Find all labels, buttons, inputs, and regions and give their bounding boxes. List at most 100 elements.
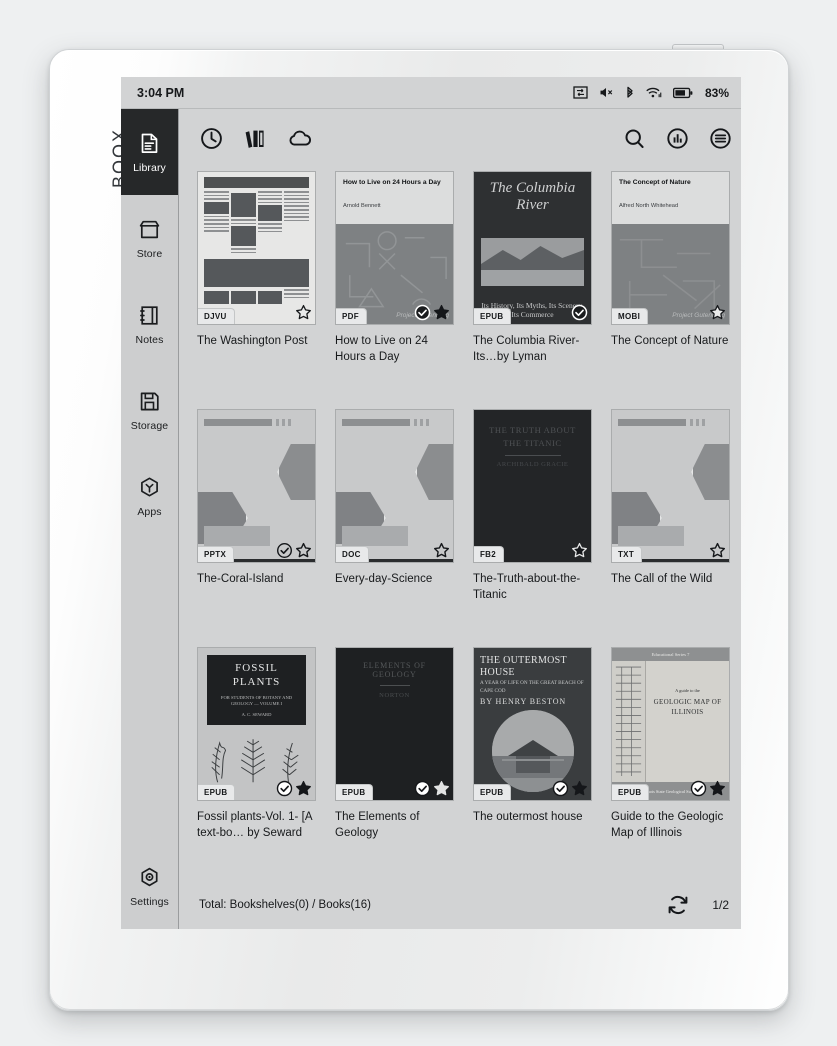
sidebar-item-library[interactable]: Library	[121, 109, 178, 195]
format-badge: EPUB	[612, 784, 650, 800]
battery-icon[interactable]	[672, 87, 693, 99]
settings-gear-icon	[137, 865, 162, 890]
bookshelf-icon[interactable]	[242, 126, 269, 151]
content-area: DJVU The Washington Post How to Live on …	[179, 109, 741, 929]
star-filled-icon[interactable]	[571, 780, 588, 797]
book-cover[interactable]: DJVU	[197, 171, 316, 325]
read-check-icon	[690, 780, 707, 797]
book-grid: DJVU The Washington Post How to Live on …	[179, 167, 741, 881]
book-cell[interactable]: THE OUTERMOST HOUSE A YEAR OF LIFE ON TH…	[473, 647, 597, 881]
book-cover[interactable]: THE OUTERMOST HOUSE A YEAR OF LIFE ON TH…	[473, 647, 592, 801]
format-badge: MOBI	[612, 308, 649, 324]
bluetooth-icon[interactable]	[625, 86, 635, 100]
cover-marks	[433, 542, 450, 559]
read-check-icon	[571, 304, 588, 321]
volume-mute-icon[interactable]	[599, 86, 614, 99]
sidebar-item-store[interactable]: Store	[121, 195, 178, 281]
star-outline-icon[interactable]	[433, 542, 450, 559]
sidebar-item-label: Settings	[130, 895, 169, 908]
book-cover[interactable]: TXT	[611, 409, 730, 563]
cover-title-text: FOSSIL PLANTS	[232, 662, 281, 688]
book-cover[interactable]: FOSSIL PLANTS FOR STUDENTS OF BOTANY AND…	[197, 647, 316, 801]
sidebar-item-apps[interactable]: Apps	[121, 453, 178, 539]
sidebar-item-label: Notes	[135, 333, 164, 346]
book-cell[interactable]: PPTX The-Coral-Island	[197, 409, 321, 643]
book-title: The Concept of Nature	[611, 335, 729, 347]
cloud-icon[interactable]	[287, 126, 314, 151]
cover-marks	[414, 304, 450, 321]
book-cover[interactable]: ELEMENTS OF GEOLOGY NORTON EPUB	[335, 647, 454, 801]
status-clock: 3:04 PM	[137, 85, 185, 100]
book-title: The Elements of Geology	[335, 811, 420, 839]
sidebar-item-label: Storage	[130, 419, 169, 432]
read-check-icon	[414, 304, 431, 321]
book-cell[interactable]: TXT The Call of the Wild	[611, 409, 735, 643]
book-cover[interactable]: The Columbia River Its History, Its Myth…	[473, 171, 592, 325]
recent-clock-icon[interactable]	[199, 126, 224, 151]
sidebar-item-settings[interactable]: Settings	[121, 843, 178, 929]
star-filled-icon[interactable]	[433, 304, 450, 321]
book-cell[interactable]: FOSSIL PLANTS FOR STUDENTS OF BOTANY AND…	[197, 647, 321, 881]
wifi-icon[interactable]	[646, 86, 662, 99]
cover-author-text: A. C. SEWARD	[241, 712, 272, 718]
cover-title-text: The Concept of Nature	[619, 179, 691, 186]
sidebar-item-notes[interactable]: Notes	[121, 281, 178, 367]
sidebar-item-storage[interactable]: Storage	[121, 367, 178, 453]
cover-art-columbia: The Columbia River Its History, Its Myth…	[474, 172, 591, 324]
cover-marks	[552, 780, 588, 797]
cover-title-text: THE OUTERMOST HOUSE	[480, 655, 567, 678]
star-outline-icon[interactable]	[295, 542, 312, 559]
storage-icon	[137, 389, 162, 414]
store-icon	[137, 217, 162, 242]
book-cell[interactable]: THE TRUTH ABOUT THE TITANIC ARCHIBALD GR…	[473, 409, 597, 643]
cover-subtitle-text: A YEAR OF LIFE ON THE GREAT BEACH OF CAP…	[480, 680, 584, 694]
cover-marks	[709, 542, 726, 559]
cover-art-elements: ELEMENTS OF GEOLOGY NORTON	[336, 648, 453, 800]
star-filled-icon[interactable]	[295, 780, 312, 797]
cover-title-text: ELEMENTS OF GEOLOGY	[363, 661, 426, 679]
book-cell[interactable]: ELEMENTS OF GEOLOGY NORTON EPUB The Elem…	[335, 647, 459, 881]
book-title: The Washington Post	[197, 335, 308, 347]
cover-title-text: THE TRUTH ABOUT THE TITANIC	[489, 425, 576, 448]
sidebar-item-label: Apps	[137, 505, 162, 518]
book-cover-cell[interactable]: Educational Series 7 A guide to the GEOL…	[611, 647, 735, 881]
cover-art-text-top: The Concept of Nature Alfred North White…	[612, 172, 729, 324]
format-badge: PDF	[336, 308, 367, 324]
book-cell[interactable]: How to Live on 24 Hours a Day Arnold Ben…	[335, 171, 459, 405]
cover-title-text: How to Live on 24 Hours a Day	[343, 179, 441, 186]
book-cover[interactable]: The Concept of Nature Alfred North White…	[611, 171, 730, 325]
star-outline-icon[interactable]	[709, 542, 726, 559]
read-check-icon	[276, 542, 293, 559]
book-cover[interactable]: DOC	[335, 409, 454, 563]
cover-title-text: GEOLOGIC MAP OF ILLINOIS	[653, 698, 722, 716]
star-filled-icon[interactable]	[709, 780, 726, 797]
sidebar-item-label: Store	[136, 247, 163, 260]
book-cover[interactable]: THE TRUTH ABOUT THE TITANIC ARCHIBALD GR…	[473, 409, 592, 563]
format-badge: EPUB	[474, 784, 512, 800]
book-cell[interactable]: DOC Every-day-Science	[335, 409, 459, 643]
cover-art-outermost: THE OUTERMOST HOUSE A YEAR OF LIFE ON TH…	[474, 648, 591, 800]
device-screen: 3:04 PM 83% Library Store Notes Storage …	[121, 77, 741, 929]
notes-icon	[137, 303, 162, 328]
book-cover[interactable]: PPTX	[197, 409, 316, 563]
refresh-icon[interactable]	[666, 893, 690, 917]
book-cell[interactable]: The Concept of Nature Alfred North White…	[611, 171, 735, 405]
format-badge: TXT	[612, 546, 643, 562]
cover-marks	[571, 542, 588, 559]
cover-marks	[414, 780, 450, 797]
star-outline-icon[interactable]	[295, 304, 312, 321]
book-cell[interactable]: The Columbia River Its History, Its Myth…	[473, 171, 597, 405]
star-filled-icon[interactable]	[433, 780, 450, 797]
screen-refresh-icon[interactable]	[573, 86, 588, 99]
cover-marks	[571, 304, 588, 321]
book-cover[interactable]: How to Live on 24 Hours a Day Arnold Ben…	[335, 171, 454, 325]
star-filled-icon[interactable]	[571, 542, 588, 559]
book-cover[interactable]: Educational Series 7 A guide to the GEOL…	[611, 647, 730, 801]
menu-icon[interactable]	[708, 126, 733, 151]
sort-icon[interactable]	[665, 126, 690, 151]
star-outline-icon[interactable]	[709, 304, 726, 321]
apps-icon	[137, 475, 162, 500]
cover-art-placeholder	[198, 410, 315, 562]
book-cell[interactable]: DJVU The Washington Post	[197, 171, 321, 405]
search-icon[interactable]	[622, 126, 647, 151]
